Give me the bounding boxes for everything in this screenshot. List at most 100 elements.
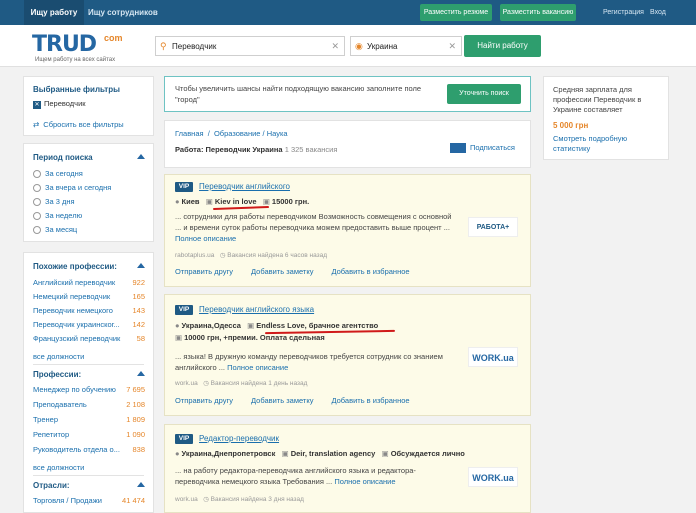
money-icon: ▣ [381, 449, 389, 458]
period-option[interactable]: За месяц [33, 225, 78, 235]
job-company: Deir, translation agency [290, 449, 376, 458]
job-source-site[interactable]: rabotaplus.ua [175, 252, 214, 259]
breadcrumb[interactable]: Главная / Образование / Наука [175, 129, 288, 138]
similar-item[interactable]: Немецкий переводчик [33, 292, 110, 301]
job-company: Kiev in love [214, 197, 257, 206]
remove-filter-icon[interactable]: ✕ [33, 101, 41, 109]
similar-item[interactable]: Переводчик украинског... [33, 320, 120, 329]
money-icon: ▣ [262, 197, 270, 206]
collapse-similar-icon[interactable] [137, 263, 145, 268]
trud-logo[interactable]: TRUD com Ищем работу на всех сайтах [32, 32, 123, 63]
collapse-period-icon[interactable] [137, 154, 145, 159]
post-vacancy-button[interactable]: Разместить вакансию [500, 4, 576, 21]
job-meta: ● Украина,Днепропетровск ▣ Deir, translati… [175, 449, 465, 458]
job-title-link[interactable]: Переводчик английского [199, 182, 290, 191]
reset-filters-link[interactable]: ⇄ Сбросить все фильтры [33, 120, 124, 129]
send-to-friend-link[interactable]: Отправить другу [175, 396, 233, 405]
logo-tagline: Ищем работу на всех сайтах [35, 57, 116, 63]
job-company: Endless Love, брачное агентство [256, 321, 379, 330]
vip-badge: VIP [175, 434, 193, 444]
company-logo[interactable]: РАБОТА+ [468, 217, 518, 237]
location-pin-icon: ● [175, 321, 180, 330]
profession-item[interactable]: Преподаватель [33, 400, 87, 409]
top-navigation-bar: Ищу работу Ищу сотрудников Разместить ре… [0, 0, 696, 25]
clock-icon: ◷ [203, 380, 209, 387]
job-description: ... сотрудники для работы переводчиком В… [175, 211, 457, 244]
job-actions: Отправить другу Добавить заметку Добавить … [175, 267, 428, 276]
add-note-link[interactable]: Добавить заметку [251, 267, 313, 276]
similar-count: 143 [132, 306, 145, 315]
professions-all-link[interactable]: все должности [33, 463, 84, 472]
red-underline-mark [212, 206, 270, 210]
salary-stats-link[interactable]: Смотреть подробную статистику [553, 134, 663, 154]
vip-badge: VIP [175, 305, 193, 315]
add-note-link[interactable]: Добавить заметку [251, 396, 313, 405]
selected-filter-chip[interactable]: ✕ Переводчик [33, 99, 86, 109]
period-option-label: За месяц [45, 225, 78, 234]
envelope-icon [450, 143, 466, 154]
industry-item[interactable]: Торговля / Продажи [33, 496, 102, 505]
job-card: VIP Редактор-переводчик ● Украина,Днепроп… [164, 424, 531, 513]
profession-item[interactable]: Руководитель отдела о... [33, 445, 120, 454]
similar-item[interactable]: Английский переводчик [33, 278, 115, 287]
location-pin-icon: ● [175, 449, 180, 458]
profession-count: 1 090 [126, 430, 145, 439]
profession-count: 1 809 [126, 415, 145, 424]
job-title-link[interactable]: Переводчик английского языка [199, 305, 314, 314]
full-description-link[interactable]: Полное описание [227, 363, 288, 372]
job-meta: ● Украина,Одесса ▣ Endless Love, брачное а… [175, 321, 378, 330]
industry-count: 41 474 [122, 496, 145, 505]
job-city: Украина,Днепропетровск [181, 449, 276, 458]
job-source-site[interactable]: work.ua [175, 380, 198, 387]
related-professions-panel: Похожие профессии: Английский переводчик… [23, 252, 154, 513]
tab-job-seeker[interactable]: Ищу работу [24, 0, 84, 25]
similar-count: 58 [136, 334, 145, 343]
collapse-professions-icon[interactable] [137, 371, 145, 376]
period-option[interactable]: За вчера и сегодня [33, 183, 112, 193]
similar-all-link[interactable]: все должности [33, 352, 84, 361]
profession-item[interactable]: Тренер [33, 415, 58, 424]
results-heading: Работа: Переводчик Украина [175, 145, 283, 154]
post-resume-button[interactable]: Разместить резюме [420, 4, 492, 21]
period-option-label: За 3 дня [45, 197, 75, 206]
clear-query-icon[interactable]: ✕ [331, 41, 339, 52]
period-option[interactable]: За сегодня [33, 169, 83, 179]
clear-location-icon[interactable]: ✕ [448, 41, 456, 52]
results-count: 1 325 вакансия [284, 145, 338, 154]
job-age: Вакансия найдена 3 дня назад [210, 496, 304, 503]
tab-employer[interactable]: Ищу сотрудников [88, 0, 158, 25]
location-input[interactable]: ◉ Украина ✕ [350, 36, 462, 56]
industries-title: Отрасли: [33, 481, 70, 490]
add-favorite-link[interactable]: Добавить в избранное [331, 396, 409, 405]
reset-icon: ⇄ [33, 120, 40, 129]
job-query-input[interactable]: ⚲ Переводчик ✕ [155, 36, 345, 56]
find-job-button[interactable]: Найти работу [464, 35, 541, 57]
profession-count: 7 695 [126, 385, 145, 394]
vip-badge: VIP [175, 182, 193, 192]
company-logo[interactable]: WORK.ua [468, 467, 518, 487]
job-card: VIP Переводчик английского языка ● Украин… [164, 294, 531, 416]
similar-item[interactable]: Переводчик немецкого [33, 306, 113, 315]
job-source-site[interactable]: work.ua [175, 496, 198, 503]
reset-filters-label: Сбросить все фильтры [43, 120, 124, 129]
period-option-label: За вчера и сегодня [45, 183, 112, 192]
job-meta: ● Киев ▣ Kiev in love ▣ 15000 грн. [175, 197, 309, 206]
company-logo[interactable]: WORK.ua [468, 347, 518, 367]
login-link[interactable]: Вход [650, 0, 666, 25]
similar-item[interactable]: Французский переводчик [33, 334, 120, 343]
subscribe-link[interactable]: Подписаться [450, 143, 515, 154]
full-description-link[interactable]: Полное описание [175, 234, 236, 243]
profession-item[interactable]: Менеджер по обучению [33, 385, 116, 394]
add-favorite-link[interactable]: Добавить в избранное [331, 267, 409, 276]
send-to-friend-link[interactable]: Отправить другу [175, 267, 233, 276]
profession-item[interactable]: Репетитор [33, 430, 69, 439]
period-option[interactable]: За 3 дня [33, 197, 75, 207]
location-pin-icon: ● [175, 197, 180, 206]
full-description-link[interactable]: Полное описание [334, 477, 395, 486]
period-option[interactable]: За неделю [33, 211, 82, 221]
collapse-industries-icon[interactable] [137, 482, 145, 487]
clock-icon: ◷ [203, 496, 209, 503]
refine-search-button[interactable]: Уточнить поиск [447, 84, 521, 104]
register-link[interactable]: Регистрация [603, 0, 644, 25]
job-title-link[interactable]: Редактор-переводчик [199, 434, 279, 443]
